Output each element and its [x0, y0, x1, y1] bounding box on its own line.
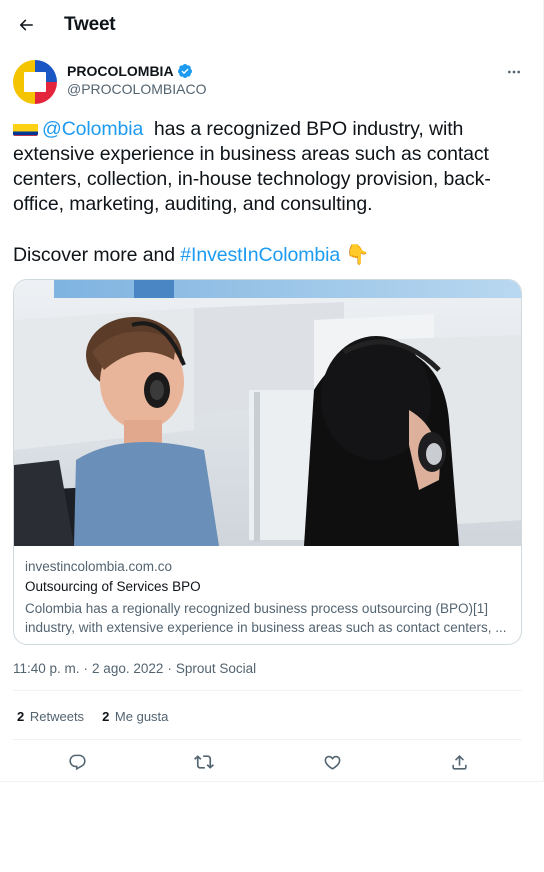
card-domain: investincolombia.com.co	[25, 559, 173, 574]
retweet-button[interactable]	[189, 747, 219, 777]
author-name[interactable]: PROCOLOMBIA	[67, 63, 193, 79]
tweet-text: @Colombia has a recognized BPO industry,…	[13, 117, 533, 268]
page-title: Tweet	[64, 14, 116, 35]
reply-icon	[68, 754, 86, 770]
retweets-stat[interactable]: 2 Retweets	[17, 709, 84, 724]
divider	[13, 690, 522, 691]
call-center-photo	[14, 280, 521, 546]
link-preview-card[interactable]: investincolombia.com.co Outsourcing of S…	[13, 279, 522, 645]
hashtag-link[interactable]: #InvestInColombia	[180, 244, 340, 266]
verified-badge-icon	[177, 64, 192, 78]
page-header: Tweet	[0, 0, 543, 50]
tweet-time[interactable]: 11:40 p. m.	[13, 661, 80, 676]
share-icon	[451, 754, 467, 770]
retweets-label: Retweets	[29, 709, 85, 724]
avatar[interactable]	[13, 60, 57, 104]
tweet-source[interactable]: Sprout Social	[176, 661, 256, 676]
meta-separator: ·	[167, 661, 172, 676]
retweet-icon	[194, 755, 214, 769]
procolombia-logo	[13, 60, 57, 104]
like-button[interactable]	[317, 747, 347, 777]
tweet-meta: 11:40 p. m. · 2 ago. 2022 · Sprout Socia…	[13, 661, 256, 676]
tweet-actions	[13, 745, 522, 777]
tweet-text-cta: Discover more and	[13, 244, 181, 266]
back-button[interactable]	[10, 9, 42, 41]
tweet-paragraph-1: @Colombia has a recognized BPO industry,…	[13, 117, 533, 217]
heart-icon	[324, 755, 340, 770]
card-image[interactable]	[14, 280, 521, 546]
likes-label: Me gusta	[114, 709, 169, 724]
likes-stat[interactable]: 2 Me gusta	[102, 709, 168, 724]
mention-link[interactable]: @Colombia	[42, 118, 143, 140]
more-horizontal-icon	[508, 70, 520, 74]
author-handle[interactable]: @PROCOLOMBIACO	[67, 81, 206, 97]
divider	[13, 739, 522, 740]
arrow-left-icon	[19, 19, 33, 31]
share-button[interactable]	[444, 747, 474, 777]
meta-separator: ·	[83, 661, 89, 676]
author-name-text: PROCOLOMBIA	[67, 63, 174, 79]
card-title: Outsourcing of Services BPO	[25, 579, 201, 594]
card-description: Colombia has a regionally recognized bus…	[25, 601, 507, 635]
tweet-stats: 2 Retweets 2 Me gusta	[17, 709, 168, 724]
tweet-page: Tweet PROCOLOMBIA @PROCOLOMBIACO @Colomb…	[0, 0, 544, 782]
retweets-count: 2	[17, 709, 25, 724]
pointing-down-emoji: 👇	[345, 243, 370, 266]
tweet-date[interactable]: 2 ago. 2022	[92, 661, 163, 676]
reply-button[interactable]	[62, 747, 92, 777]
likes-count: 2	[102, 709, 110, 724]
colombia-flag-emoji	[13, 121, 38, 136]
more-options-button[interactable]	[500, 60, 528, 84]
tweet-paragraph-2: Discover more and #InvestInColombia 👇	[13, 242, 533, 268]
